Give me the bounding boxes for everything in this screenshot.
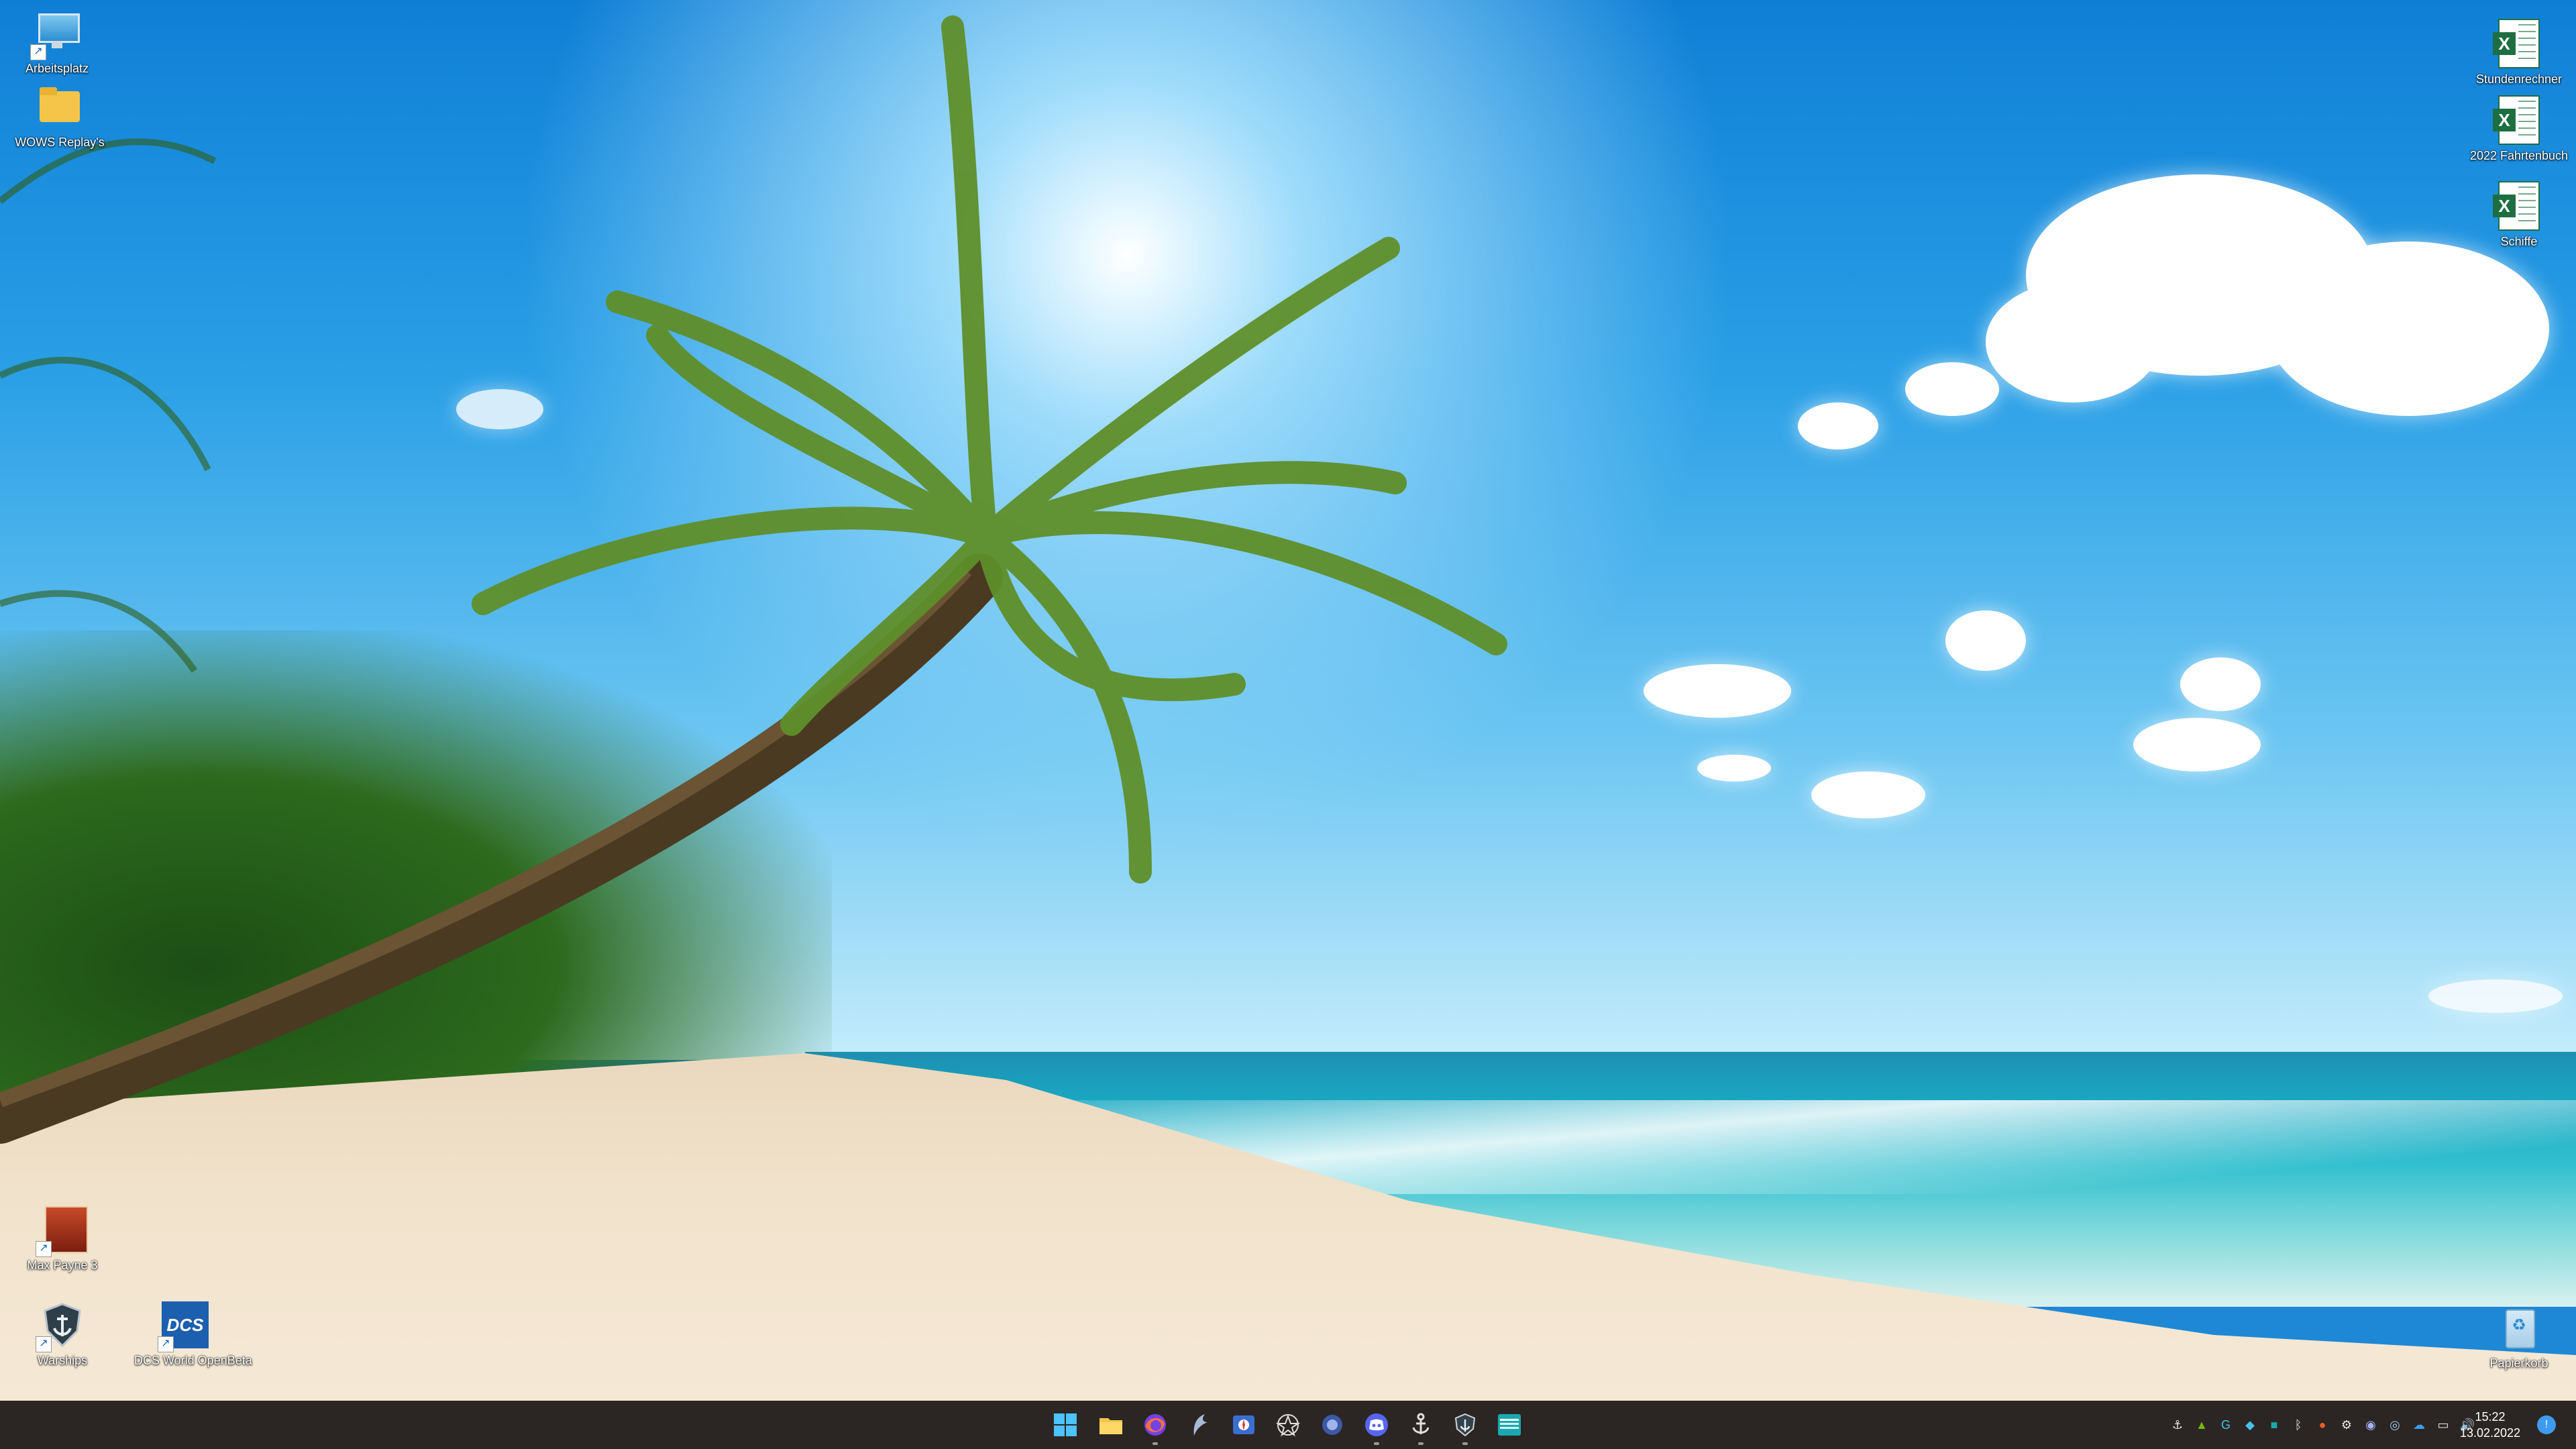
app-window-button[interactable] bbox=[1492, 1407, 1527, 1442]
desktop-icon-arbeitsplatz[interactable]: ↗ Arbeitsplatz bbox=[7, 9, 107, 76]
shortcut-arrow-icon: ↗ bbox=[36, 1241, 52, 1257]
app-map-button[interactable] bbox=[1226, 1407, 1261, 1442]
app-bird-button[interactable] bbox=[1182, 1407, 1217, 1442]
tray-onedrive-icon[interactable]: ☁ bbox=[2411, 1417, 2427, 1433]
clock-time: 15:22 bbox=[2475, 1410, 2506, 1424]
firefox-button[interactable] bbox=[1138, 1407, 1173, 1445]
bird-icon bbox=[1193, 1414, 1208, 1436]
folder-icon bbox=[1099, 1418, 1122, 1434]
excel-file-icon: X bbox=[2493, 181, 2540, 231]
tray-vpn-icon[interactable]: ◆ bbox=[2242, 1417, 2258, 1433]
warships-launcher-button[interactable] bbox=[1403, 1407, 1438, 1445]
shortcut-arrow-icon: ↗ bbox=[158, 1336, 174, 1352]
desktop-icon-label: Warships bbox=[37, 1354, 88, 1367]
folder-icon bbox=[36, 83, 84, 131]
desktop-icon-dcs-world[interactable]: DCS ↗ DCS World OpenBeta bbox=[134, 1301, 252, 1368]
start-button[interactable] bbox=[1048, 1407, 1083, 1442]
firefox-icon bbox=[1144, 1414, 1166, 1436]
desktop-icon-label: DCS World OpenBeta bbox=[134, 1354, 252, 1367]
desktop-icon-stundenrechner[interactable]: X Stundenrechner bbox=[2469, 19, 2569, 87]
clock-date: 13.02.2022 bbox=[2459, 1426, 2521, 1440]
tray-bluetooth-icon[interactable]: ᛒ bbox=[2290, 1417, 2306, 1433]
tray-discord-icon[interactable]: ◉ bbox=[2363, 1417, 2379, 1433]
desktop-icon-max-payne-3[interactable]: ↗ Max Payne 3 bbox=[12, 1206, 113, 1273]
tray-logitech-icon[interactable]: G bbox=[2218, 1417, 2234, 1433]
star-icon bbox=[1276, 1414, 1300, 1437]
app-star-button[interactable] bbox=[1271, 1407, 1305, 1442]
desktop-icon-label: Schiffe bbox=[2500, 235, 2538, 248]
desktop-icon-warships[interactable]: ↗ Warships bbox=[12, 1301, 113, 1368]
circle-app-icon bbox=[1322, 1415, 1342, 1435]
tray-nvidia-icon[interactable]: ▲ bbox=[2194, 1417, 2210, 1433]
discord-button[interactable] bbox=[1359, 1407, 1394, 1445]
map-icon bbox=[1233, 1415, 1254, 1434]
desktop-wallpaper bbox=[0, 0, 2576, 1401]
excel-file-icon: X bbox=[2493, 95, 2540, 145]
windows-logo-icon bbox=[1054, 1413, 1077, 1436]
shortcut-arrow-icon: ↗ bbox=[30, 44, 46, 60]
anchor-icon bbox=[1412, 1413, 1430, 1434]
taskbar-clock[interactable]: 15:22 13.02.2022 bbox=[2450, 1409, 2530, 1441]
tray-warships-icon[interactable]: ⚓ bbox=[2169, 1417, 2186, 1433]
shortcut-arrow-icon: ↗ bbox=[36, 1336, 52, 1352]
window-app-icon bbox=[1498, 1414, 1521, 1436]
tray-app-icon[interactable]: ■ bbox=[2266, 1417, 2282, 1433]
warships-client-button[interactable] bbox=[1448, 1407, 1483, 1445]
app-circle-button[interactable] bbox=[1315, 1407, 1350, 1442]
tray-steam-icon[interactable]: ◎ bbox=[2387, 1417, 2403, 1433]
desktop-icon-label: Stundenrechner bbox=[2475, 72, 2563, 86]
taskbar: ⚓ ▲ G ◆ ■ ᛒ ● ⚙ ◉ ◎ ☁ ▭ 🔊 15:22 13.02.20… bbox=[0, 1401, 2576, 1449]
palm-tree bbox=[0, 15, 1507, 1144]
ship-icon bbox=[1454, 1413, 1476, 1437]
desktop-icon-label: 2022 Fahrtenbuch bbox=[2469, 149, 2569, 162]
computer-icon: ↗ bbox=[30, 9, 81, 60]
warships-game-icon: ↗ bbox=[36, 1301, 87, 1352]
desktop-icon-label: Papierkorb bbox=[2489, 1356, 2548, 1370]
file-explorer-button[interactable] bbox=[1093, 1407, 1128, 1442]
recycle-bin-icon: ♻ bbox=[2495, 1304, 2543, 1352]
notification-icon[interactable]: ! bbox=[2537, 1415, 2556, 1434]
discord-icon bbox=[1365, 1413, 1388, 1436]
tray-network-icon[interactable]: ▭ bbox=[2435, 1417, 2451, 1433]
desktop-icon-label: WOWS Replay's bbox=[15, 136, 105, 149]
desktop-icon-fahrtenbuch[interactable]: X 2022 Fahrtenbuch bbox=[2469, 95, 2569, 163]
desktop-icon-schiffe[interactable]: X Schiffe bbox=[2469, 181, 2569, 249]
desktop-icon-label: Arbeitsplatz bbox=[25, 62, 89, 75]
desktop-icon-label: Max Payne 3 bbox=[27, 1258, 98, 1272]
tray-settings-icon[interactable]: ⚙ bbox=[2339, 1417, 2355, 1433]
tray-antivirus-icon[interactable]: ● bbox=[2314, 1417, 2330, 1433]
desktop-icon-wows-replays[interactable]: WOWS Replay's bbox=[9, 83, 110, 150]
dcs-world-icon: DCS ↗ bbox=[158, 1301, 209, 1352]
desktop-icon-papierkorb[interactable]: ♻ Papierkorb bbox=[2469, 1304, 2569, 1371]
max-payne-game-icon: ↗ bbox=[36, 1206, 88, 1257]
excel-file-icon: X bbox=[2493, 19, 2540, 68]
